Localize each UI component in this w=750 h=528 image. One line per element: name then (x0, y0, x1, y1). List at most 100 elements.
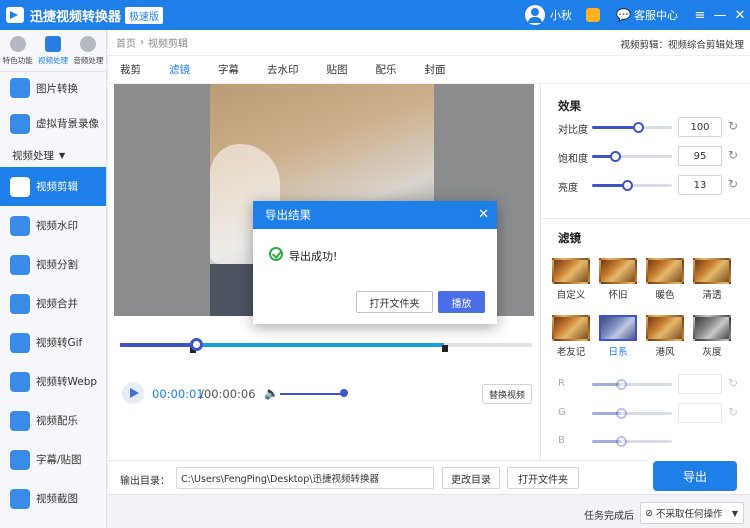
sidebar-item-video-watermark[interactable]: 视频水印 (0, 206, 106, 245)
timeline[interactable] (120, 338, 532, 353)
volume-icon[interactable]: 🔈 (264, 386, 279, 400)
sidebar-item-video-screenshot[interactable]: 视频截图 (0, 479, 106, 518)
r-input[interactable] (678, 374, 722, 394)
playhead-knob[interactable] (190, 338, 203, 351)
screenshot-icon (10, 488, 30, 509)
filter-grayscale[interactable]: 灰度 (693, 315, 731, 358)
play-icon[interactable] (122, 382, 144, 404)
menu-icon[interactable]: ≡ (690, 8, 710, 23)
total-time: /00:00:06 (200, 387, 256, 401)
filter-custom[interactable]: 自定义 (552, 258, 590, 301)
slider-knob[interactable] (615, 436, 627, 447)
b-label: B (558, 435, 565, 446)
chat-icon[interactable]: 💬 (616, 8, 631, 22)
g-slider[interactable] (592, 408, 672, 419)
trim-end-handle[interactable] (442, 345, 448, 352)
volume-knob[interactable] (340, 389, 348, 397)
tab-audio-processing[interactable]: 音频处理 (71, 30, 106, 71)
sidebar-item-video-to-webp[interactable]: 视频转Webp (0, 362, 106, 401)
tab-featured[interactable]: 特色功能 (0, 30, 35, 71)
sidebar-item-subtitle-sticker[interactable]: 字幕/贴图 (0, 440, 106, 479)
contrast-label: 对比度 (558, 125, 588, 136)
sidebar-item-video-to-gif[interactable]: 视频转Gif (0, 323, 106, 362)
tab-filter[interactable]: 滤镜 (169, 62, 190, 77)
volume-slider[interactable] (280, 393, 344, 395)
slider-knob[interactable] (610, 151, 622, 162)
slider-fill (592, 126, 639, 129)
sidebar-item-video-edit[interactable]: 视频剪辑 (0, 167, 106, 206)
sidebar-item-label: 视频配乐 (36, 415, 78, 427)
chevron-down-icon: ▼ (731, 508, 738, 518)
filter-label: 清透 (702, 290, 722, 301)
filter-warm[interactable]: 暖色 (646, 258, 684, 301)
app-title: 迅捷视频转换器 (30, 9, 122, 25)
after-task-value: 不采取任何操作 (655, 509, 723, 520)
sidebar-section-video[interactable]: 视频处理 ▼ (0, 143, 106, 167)
sidebar-item-video-music[interactable]: 视频配乐 (0, 401, 106, 440)
tab-remove-watermark[interactable]: 去水印 (267, 62, 299, 77)
edition-badge: 极速版 (125, 6, 164, 24)
contrast-input[interactable]: 100 (678, 117, 722, 137)
filter-japanese[interactable]: 日系 (599, 315, 637, 358)
sidebar-item-image-convert[interactable]: 图片转换 (0, 72, 106, 104)
filter-clear[interactable]: 清透 (693, 258, 731, 301)
sidebar-item-label: 视频截图 (36, 493, 78, 505)
replace-video-button[interactable]: 替换视频 (482, 384, 532, 404)
after-task-select[interactable]: ⊘ 不采取任何操作 ▼ (640, 502, 744, 524)
tab-music[interactable]: 配乐 (376, 62, 397, 77)
filter-nostalgia[interactable]: 怀旧 (599, 258, 637, 301)
filter-hongkong[interactable]: 港风 (646, 315, 684, 358)
breadcrumb-home[interactable]: 首页 (116, 35, 136, 50)
username[interactable]: 小秋 (550, 7, 572, 23)
slider-knob[interactable] (633, 122, 645, 133)
brightness-label: 亮度 (558, 183, 578, 194)
avatar-icon[interactable] (525, 5, 546, 25)
b-slider[interactable] (592, 436, 672, 447)
sidebar-item-video-split[interactable]: 视频分割 (0, 245, 106, 284)
tab-cover[interactable]: 封面 (425, 62, 446, 77)
reset-icon[interactable]: ↻ (728, 119, 738, 133)
vip-icon[interactable] (586, 8, 601, 22)
brightness-input[interactable]: 13 (678, 175, 722, 195)
service-center-link[interactable]: 客服中心 (634, 7, 678, 23)
tab-subtitle[interactable]: 字幕 (218, 62, 239, 77)
slider-knob[interactable] (622, 180, 634, 191)
slider-knob[interactable] (615, 379, 627, 390)
filter-friends[interactable]: 老友记 (552, 315, 590, 358)
tab-sticker[interactable]: 贴图 (327, 62, 348, 77)
slider-knob[interactable] (615, 408, 627, 419)
sidebar: 特色功能 视频处理 音频处理 图片转换 虚拟背景录像 视频处理 ▼ 视频剪辑 视… (0, 30, 107, 528)
sidebar-item-video-merge[interactable]: 视频合并 (0, 284, 106, 323)
output-path-field[interactable]: C:\Users\FengPing\Desktop\迅捷视频转换器 (176, 467, 434, 489)
dialog-close-icon[interactable]: ✕ (478, 207, 489, 222)
change-dir-button[interactable]: 更改目录 (442, 467, 500, 489)
panel-divider (540, 84, 541, 464)
filter-thumbnail (693, 315, 731, 341)
export-button[interactable]: 导出 (653, 461, 737, 491)
sidebar-item-label: 字幕/贴图 (36, 454, 82, 466)
reset-icon[interactable]: ↻ (728, 177, 738, 191)
g-input[interactable] (678, 403, 722, 423)
minimize-icon[interactable]: — (710, 8, 730, 23)
tab-video-processing[interactable]: 视频处理 (35, 30, 70, 71)
reset-icon[interactable]: ↻ (728, 148, 738, 162)
sidebar-item-virtual-background[interactable]: 虚拟背景录像 (0, 104, 106, 143)
reset-icon[interactable]: ↻ (728, 376, 738, 390)
r-slider[interactable] (592, 379, 672, 390)
dialog-open-folder-button[interactable]: 打开文件夹 (356, 291, 433, 313)
star-icon (10, 449, 30, 470)
saturation-slider[interactable] (592, 151, 672, 162)
contrast-slider[interactable] (592, 122, 672, 133)
open-folder-button[interactable]: 打开文件夹 (507, 467, 579, 489)
tab-label: 特色功能 (2, 55, 33, 65)
brightness-slider[interactable] (592, 180, 672, 191)
section-label: 视频处理 (12, 149, 54, 162)
close-icon[interactable]: ✕ (730, 8, 750, 23)
dialog-play-button[interactable]: 播放 (438, 291, 485, 313)
split-icon (10, 254, 30, 275)
saturation-input[interactable]: 95 (678, 146, 722, 166)
effects-title: 效果 (558, 99, 581, 113)
film-icon (44, 35, 61, 52)
reset-icon[interactable]: ↻ (728, 405, 738, 419)
tab-crop[interactable]: 裁剪 (120, 62, 141, 77)
